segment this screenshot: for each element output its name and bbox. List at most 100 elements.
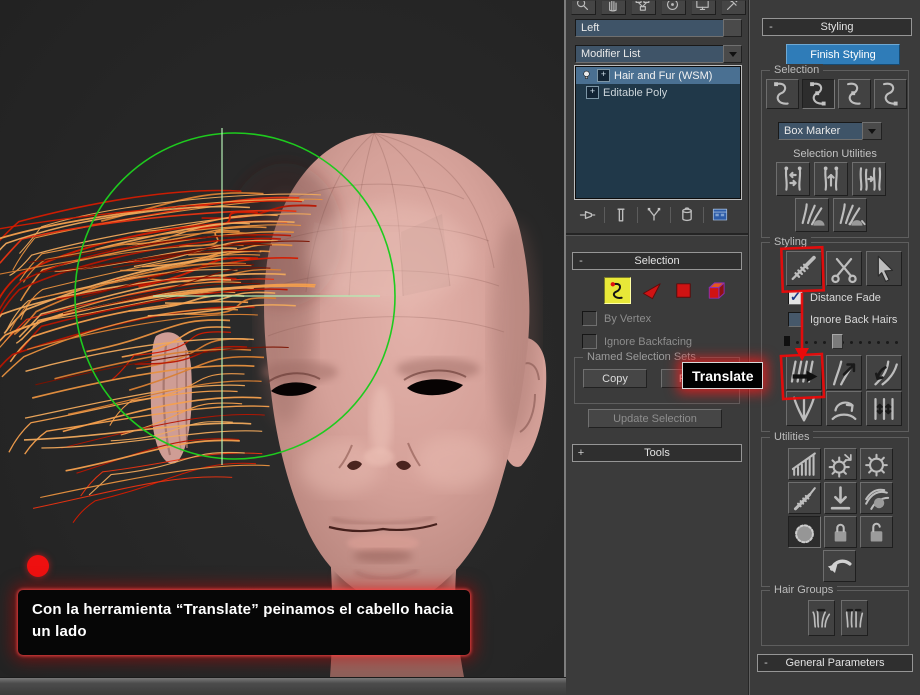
rotate-button[interactable] bbox=[826, 391, 862, 426]
polygon-subobject-button[interactable] bbox=[672, 279, 695, 302]
modifier-stack[interactable]: +Hair and Fur (WSM)+Editable Poly bbox=[575, 66, 741, 199]
remove-modifier-button[interactable] bbox=[677, 205, 697, 225]
select-arrow-button[interactable] bbox=[866, 251, 902, 286]
copy-button[interactable]: Copy bbox=[583, 369, 647, 388]
clump-button[interactable] bbox=[786, 391, 822, 426]
slider-tick bbox=[868, 341, 871, 344]
selection-rollout-header[interactable]: - Selection bbox=[572, 252, 742, 270]
styling-rollout-header[interactable]: - Styling bbox=[762, 18, 912, 36]
undo-button[interactable] bbox=[823, 550, 856, 582]
expand-icon[interactable]: + bbox=[597, 69, 610, 82]
scale-button[interactable] bbox=[866, 391, 902, 426]
show-end-result-button[interactable] bbox=[611, 205, 631, 225]
ignore-backfacing-checkbox[interactable] bbox=[582, 334, 597, 349]
pin-stack-button[interactable] bbox=[578, 205, 598, 225]
object-color-button[interactable] bbox=[723, 19, 742, 37]
split-hair-groups-icon bbox=[809, 606, 834, 631]
pan-hand-tab[interactable] bbox=[601, 0, 626, 15]
object-name-field[interactable]: Left bbox=[575, 19, 724, 37]
toggle-hairs-button[interactable] bbox=[788, 516, 821, 548]
reset-rest-button[interactable] bbox=[824, 482, 857, 514]
hair-cut-button[interactable] bbox=[826, 251, 862, 286]
configure-modifier-sets-button[interactable] bbox=[710, 205, 730, 225]
viewport-canvas[interactable] bbox=[0, 0, 564, 677]
ignore-back-hairs-checkbox[interactable] bbox=[788, 312, 803, 327]
marker-dropdown-arrow[interactable] bbox=[862, 122, 882, 140]
select-hair-ends-icon bbox=[767, 79, 798, 110]
selection-rollout-title: Selection bbox=[589, 255, 725, 267]
command-panel: Left Modifier List +Hair and Fur (WSM)+E… bbox=[566, 0, 748, 695]
marker-dropdown[interactable]: Box Marker bbox=[778, 122, 867, 140]
recomb-button[interactable] bbox=[788, 482, 821, 514]
extend-selection-icon bbox=[853, 163, 885, 195]
separator bbox=[703, 207, 704, 223]
panel-divider bbox=[566, 233, 748, 236]
raise-selection-button[interactable] bbox=[814, 162, 848, 196]
puff-roots-button[interactable] bbox=[866, 355, 902, 390]
stand-icon bbox=[827, 356, 861, 390]
general-parameters-rollout-header[interactable]: - General Parameters bbox=[757, 654, 913, 672]
separator bbox=[604, 207, 605, 223]
hair-cut-icon bbox=[827, 252, 861, 286]
slider-handle[interactable] bbox=[832, 334, 843, 349]
pop-selected-button[interactable] bbox=[860, 448, 893, 480]
lightbulb-icon bbox=[580, 69, 593, 82]
modifier-list-arrow-button[interactable] bbox=[723, 45, 742, 63]
rotate-selection-arrows-button[interactable] bbox=[833, 198, 867, 232]
utilities-tab[interactable] bbox=[721, 0, 746, 15]
utility-buttons-2 bbox=[788, 482, 893, 514]
expand-icon[interactable]: + bbox=[586, 86, 599, 99]
modifier-stack-row[interactable]: +Editable Poly bbox=[576, 84, 740, 101]
command-panel-tabs bbox=[571, 0, 746, 15]
chevron-down-icon bbox=[868, 129, 876, 134]
split-hair-groups-button[interactable] bbox=[808, 600, 835, 636]
by-vertex-label: By Vertex bbox=[604, 313, 651, 325]
guides-subobject-button[interactable] bbox=[604, 277, 631, 304]
stand-button[interactable] bbox=[826, 355, 862, 390]
modifier-stack-toolbar bbox=[578, 205, 730, 225]
select-whole-guides-button[interactable] bbox=[874, 79, 907, 109]
hair-groups-label: Hair Groups bbox=[770, 584, 837, 596]
tools-rollout-header[interactable]: + Tools bbox=[572, 444, 742, 462]
by-vertex-checkbox[interactable] bbox=[582, 311, 597, 326]
select-guide-vertices-button[interactable] bbox=[802, 79, 835, 109]
schematic-view-tab[interactable] bbox=[631, 0, 656, 15]
modifier-list-dropdown[interactable]: Modifier List bbox=[575, 45, 730, 63]
modifier-stack-row[interactable]: +Hair and Fur (WSM) bbox=[576, 67, 740, 84]
rotate-selection-icon bbox=[796, 199, 828, 231]
expand-icon: + bbox=[573, 447, 589, 459]
select-guide-midpoints-icon bbox=[839, 79, 870, 110]
toggle-collisions-button[interactable] bbox=[860, 482, 893, 514]
subobject-level-icons bbox=[604, 277, 727, 303]
brush-size-slider[interactable] bbox=[784, 333, 900, 349]
ignore-back-hairs-label: Ignore Back Hairs bbox=[810, 314, 897, 326]
attenuate-button[interactable] bbox=[788, 448, 821, 480]
rotate-selection-button[interactable] bbox=[795, 198, 829, 232]
select-whole-guides-icon bbox=[875, 79, 906, 110]
lock-button[interactable] bbox=[824, 516, 857, 548]
select-guide-midpoints-button[interactable] bbox=[838, 79, 871, 109]
selection-utility-buttons-2 bbox=[795, 198, 867, 232]
motion-tab[interactable] bbox=[661, 0, 686, 15]
select-hair-ends-button[interactable] bbox=[766, 79, 799, 109]
hair-brush-button[interactable] bbox=[786, 251, 822, 286]
unlock-button[interactable] bbox=[860, 516, 893, 548]
distance-fade-checkbox[interactable] bbox=[788, 290, 803, 305]
tutorial-caption: Con la herramienta “Translate” peinamos … bbox=[18, 590, 470, 655]
element-subobject-button[interactable] bbox=[704, 279, 727, 302]
tip-subobject-button[interactable] bbox=[640, 279, 663, 302]
viewport-3d[interactable]: Con la herramienta “Translate” peinamos … bbox=[0, 0, 566, 677]
swap-selection-button[interactable] bbox=[776, 162, 810, 196]
finish-styling-button[interactable]: Finish Styling bbox=[786, 44, 900, 65]
update-selection-button[interactable]: Update Selection bbox=[588, 409, 722, 428]
make-unique-button[interactable] bbox=[644, 205, 664, 225]
magnifier-tab[interactable] bbox=[571, 0, 596, 15]
merge-hair-groups-button[interactable] bbox=[841, 600, 868, 636]
hair-group-buttons bbox=[808, 600, 868, 636]
display-tab[interactable] bbox=[691, 0, 716, 15]
pop-zero-sized-button[interactable] bbox=[824, 448, 857, 480]
ignore-back-hairs-row: Ignore Back Hairs bbox=[788, 312, 897, 327]
extend-selection-button[interactable] bbox=[852, 162, 886, 196]
collapse-icon: - bbox=[573, 255, 589, 267]
translate-button[interactable] bbox=[786, 355, 822, 390]
